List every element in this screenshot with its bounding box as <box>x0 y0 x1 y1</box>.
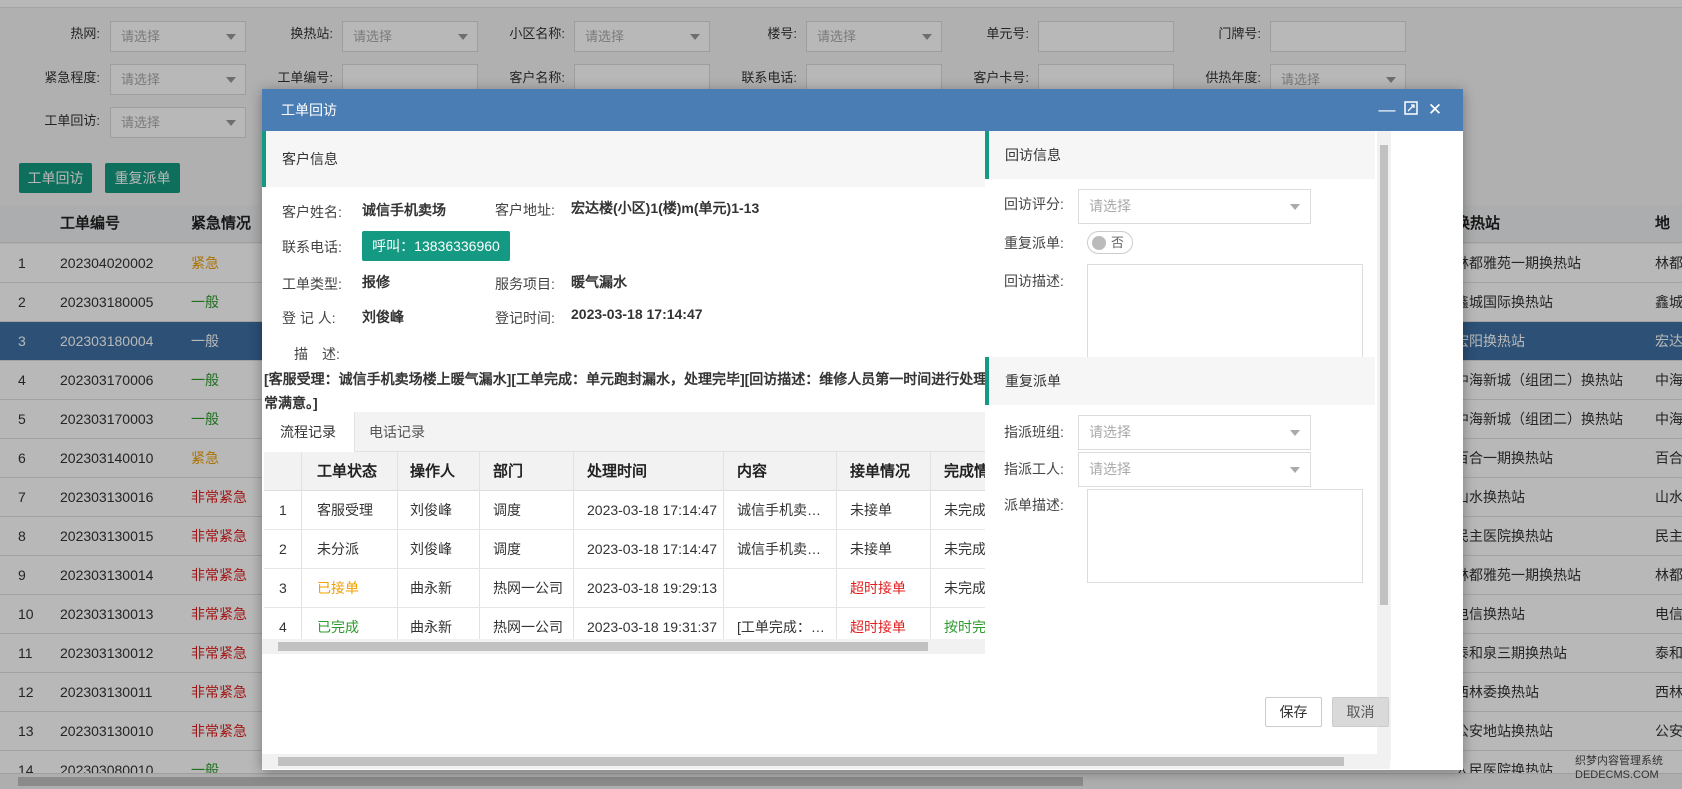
maximize-icon[interactable] <box>1401 100 1421 120</box>
score-select[interactable]: 请选择 <box>1078 189 1311 224</box>
done-status: 未完成 <box>944 541 986 557</box>
dialog-title-bar: 工单回访 — ✕ <box>262 89 1463 131</box>
process-time: 2023-03-18 19:29:13 <box>587 580 717 596</box>
reg-time-label: 登记时间: <box>495 310 555 326</box>
chevron-down-icon <box>1290 467 1300 473</box>
close-icon[interactable]: ✕ <box>1425 100 1445 120</box>
desc-label: 描 述: <box>294 346 340 362</box>
order-type-label: 工单类型: <box>282 276 342 292</box>
accept-status: 未接单 <box>850 502 892 518</box>
worker-label: 指派工人: <box>1004 461 1064 477</box>
dispatch-desc-textarea[interactable] <box>1087 489 1363 583</box>
scrollbar-thumb[interactable] <box>278 757 1344 766</box>
dispatch-desc-label: 派单描述: <box>1004 497 1064 513</box>
dialog-vertical-scrollbar[interactable] <box>1377 131 1391 761</box>
content: 诚信手机卖… <box>737 541 821 557</box>
customer-section-header: 客户信息 <box>262 131 1048 187</box>
team-label: 指派班组: <box>1004 424 1064 440</box>
scrollbar-thumb[interactable] <box>278 642 928 651</box>
watermark-line: DEDECMS.COM <box>1575 769 1659 781</box>
department: 调度 <box>493 541 521 557</box>
redispatch-section-header: 重复派单 <box>985 357 1375 405</box>
customer-name-label: 客户姓名: <box>282 204 342 220</box>
operator: 曲永新 <box>410 580 452 596</box>
minimize-icon[interactable]: — <box>1377 100 1397 120</box>
col-status: 工单状态 <box>317 463 378 480</box>
dialog-title: 工单回访 <box>281 102 337 118</box>
accept-status: 未接单 <box>850 541 892 557</box>
tab-phone-record[interactable]: 电话记录 <box>351 412 443 452</box>
repeat-toggle[interactable]: 否 <box>1087 231 1133 254</box>
flow-row[interactable]: 2 未分派 刘俊峰 调度 2023-03-18 17:14:47 诚信手机卖… 未接单 未完成 <box>264 530 1044 569</box>
accept-status: 超时接单 <box>850 580 906 596</box>
placeholder: 请选择 <box>1089 461 1131 477</box>
row-index: 3 <box>279 580 287 596</box>
revisit-dialog: 工单回访 — ✕ 客户信息 客户姓名: 诚信手机卖场 客户地址: 宏达楼(小区)… <box>262 89 1463 770</box>
service-label: 服务项目: <box>495 276 555 292</box>
flow-horizontal-scrollbar[interactable] <box>262 639 1048 654</box>
placeholder: 请选择 <box>1089 198 1131 214</box>
watermark: 织梦内容管理系统 DEDECMS.COM <box>1575 754 1680 782</box>
toggle-text: 否 <box>1111 235 1125 250</box>
toggle-knob <box>1092 236 1106 250</box>
col-dept: 部门 <box>493 463 524 480</box>
status: 未分派 <box>317 541 359 557</box>
revisit-panel: 回访信息 回访评分: 请选择 重复派单: 否 回访描述: 重复派单 指派班组: … <box>985 131 1375 761</box>
flow-row[interactable]: 1 客服受理 刘俊峰 调度 2023-03-18 17:14:47 诚信手机卖… 未接单 未完… <box>264 491 1044 530</box>
operator: 刘俊峰 <box>410 502 452 518</box>
row-index: 1 <box>279 502 287 518</box>
call-button[interactable]: 呼叫：13836336960 <box>362 231 510 261</box>
placeholder: 请选择 <box>1089 424 1131 440</box>
col-operator: 操作人 <box>410 463 456 480</box>
record-tabs: 流程记录 电话记录 <box>262 412 1048 453</box>
registrant-label: 登 记 人: <box>282 310 336 326</box>
customer-addr-label: 客户地址: <box>495 202 555 218</box>
row-index: 2 <box>279 541 287 557</box>
chevron-down-icon <box>1290 430 1300 436</box>
done-status: 未完成 <box>944 502 986 518</box>
done-status: 未完成 <box>944 580 986 596</box>
repeat-label: 重复派单: <box>1004 235 1064 251</box>
worker-select[interactable]: 请选择 <box>1078 452 1311 487</box>
flow-table-header: 工单状态 操作人 部门 处理时间 内容 接单情况 完成情况 <box>264 452 1044 491</box>
status: 客服受理 <box>317 502 373 518</box>
flow-table: 工单状态 操作人 部门 处理时间 内容 接单情况 完成情况 1 客服受理 刘俊峰 调度… <box>264 452 1044 648</box>
watermark-line: 织梦内容管理系统 <box>1575 755 1663 767</box>
revisit-section-header: 回访信息 <box>985 131 1375 179</box>
content: 诚信手机卖… <box>737 502 821 518</box>
operator: 刘俊峰 <box>410 541 452 557</box>
order-description: [客服受理：诚信手机卖场楼上暖气漏水][工单完成：单元跑封漏水，处理完毕][回访… <box>264 371 1044 411</box>
flow-row[interactable]: 3 已接单 曲永新 热网一公司 2023-03-18 19:29:13 超时接单 未完成 <box>264 569 1044 608</box>
revisit-desc-textarea[interactable] <box>1087 264 1363 358</box>
tab-flow-record[interactable]: 流程记录 <box>262 412 355 453</box>
registrant: 刘俊峰 <box>362 309 404 325</box>
dialog-horizontal-scrollbar[interactable] <box>262 754 1390 769</box>
service-item: 暖气漏水 <box>571 274 627 290</box>
col-time: 处理时间 <box>587 463 648 480</box>
status: 已接单 <box>317 580 359 596</box>
col-content: 内容 <box>737 463 768 480</box>
phone-label: 联系电话: <box>282 239 342 255</box>
revisit-desc-label: 回访描述: <box>1004 273 1064 289</box>
col-accept: 接单情况 <box>850 463 911 480</box>
reg-time: 2023-03-18 17:14:47 <box>571 306 703 322</box>
team-select[interactable]: 请选择 <box>1078 415 1311 450</box>
save-button[interactable]: 保存 <box>1265 697 1322 727</box>
chevron-down-icon <box>1290 204 1300 210</box>
customer-address: 宏达楼(小区)1(楼)m(单元)1-13 <box>571 200 760 216</box>
score-label: 回访评分: <box>1004 196 1064 212</box>
department: 调度 <box>493 502 521 518</box>
order-type: 报修 <box>362 274 390 290</box>
customer-name: 诚信手机卖场 <box>362 202 446 218</box>
process-time: 2023-03-18 17:14:47 <box>587 502 717 518</box>
department: 热网一公司 <box>493 580 563 596</box>
process-time: 2023-03-18 17:14:47 <box>587 541 717 557</box>
scrollbar-thumb[interactable] <box>1380 145 1388 605</box>
customer-panel: 客户信息 客户姓名: 诚信手机卖场 客户地址: 宏达楼(小区)1(楼)m(单元)… <box>262 131 1048 761</box>
cancel-button[interactable]: 取消 <box>1332 697 1389 727</box>
